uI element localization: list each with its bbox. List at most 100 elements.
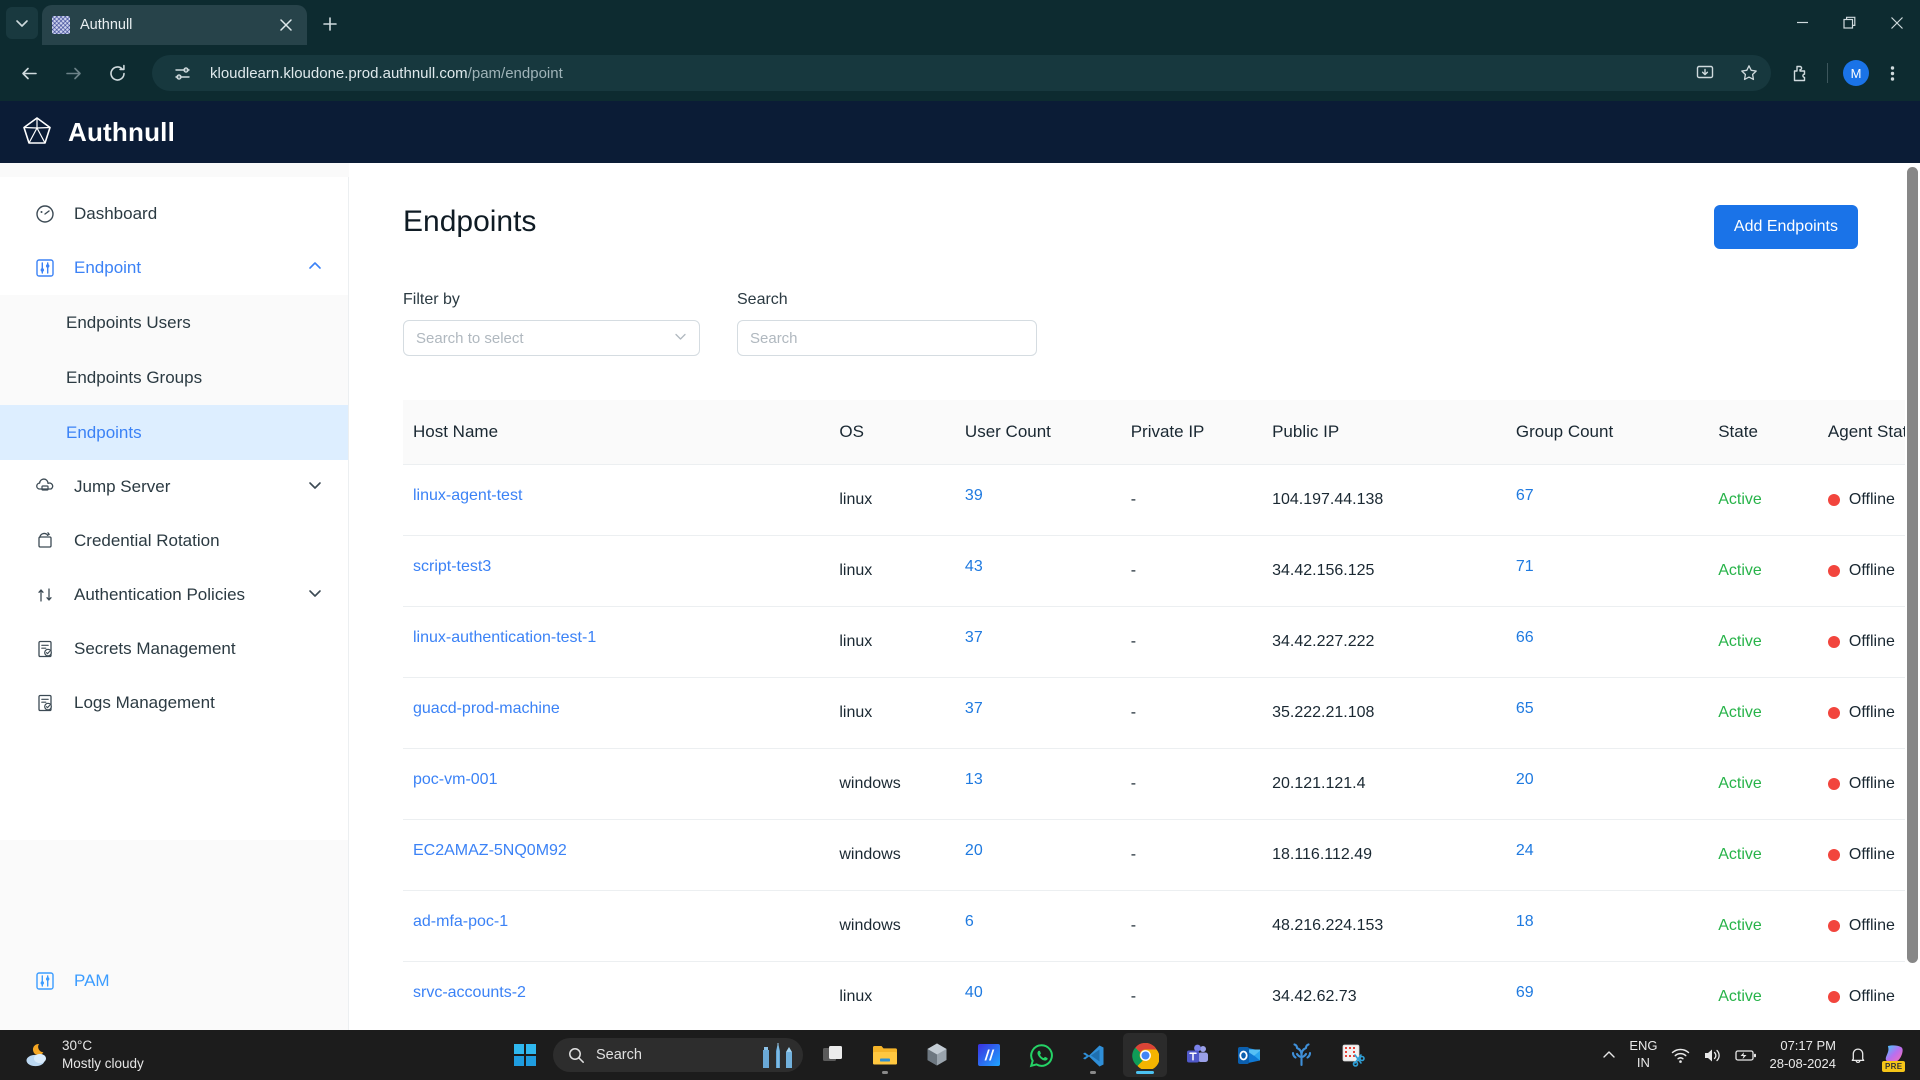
reload-icon[interactable] [100, 56, 134, 90]
group-count-link[interactable]: 20 [1516, 771, 1534, 788]
host-name-link[interactable]: EC2AMAZ-5NQ0M92 [413, 842, 567, 859]
group-count-link[interactable]: 67 [1516, 487, 1534, 504]
chevron-up-icon[interactable] [308, 258, 322, 278]
chevron-up-icon[interactable] [1602, 1048, 1616, 1062]
user-count-link[interactable]: 43 [965, 558, 983, 575]
sidebar-item-endpoint[interactable]: Endpoint [0, 241, 348, 295]
new-tab-button[interactable] [315, 9, 345, 39]
extensions-puzzle-icon[interactable] [1783, 57, 1815, 89]
forward-arrow-icon[interactable] [56, 56, 90, 90]
taskbar-search[interactable]: Search [553, 1038, 803, 1072]
sidebar-item-secrets-management[interactable]: Secrets Management [0, 622, 348, 676]
taskbar-app-microsoft-outlook[interactable] [1227, 1033, 1271, 1077]
copilot-icon[interactable]: PRE [1880, 1040, 1910, 1072]
bell-icon[interactable] [1849, 1046, 1867, 1064]
sidebar-item-authentication-policies[interactable]: Authentication Policies [0, 568, 348, 622]
user-count-link[interactable]: 37 [965, 700, 983, 717]
chevron-down-icon[interactable] [308, 477, 322, 497]
group-count-link[interactable]: 71 [1516, 558, 1534, 575]
taskbar-app-whatsapp[interactable] [1019, 1033, 1063, 1077]
column-header-state[interactable]: State [1718, 400, 1828, 465]
column-header-private-ip[interactable]: Private IP [1130, 400, 1273, 465]
toolbar-divider [1827, 63, 1828, 83]
taskbar-app-vs-code[interactable] [1071, 1033, 1115, 1077]
secrets-shield-doc-icon [34, 638, 56, 660]
group-count-link[interactable]: 24 [1516, 842, 1534, 859]
taskbar-app-file-explorer[interactable] [863, 1033, 907, 1077]
avatar[interactable]: M [1840, 57, 1872, 89]
back-arrow-icon[interactable] [12, 56, 46, 90]
taskbar-app-coral[interactable] [1279, 1033, 1323, 1077]
table-row: ad-mfa-poc-1 windows 6 - 48.216.224.153 18 Act… [403, 890, 1920, 962]
taskbar-app-blue-m[interactable] [967, 1033, 1011, 1077]
page-scrollbar[interactable] [1905, 163, 1920, 1030]
three-dot-menu-icon[interactable] [1876, 57, 1908, 89]
user-count-link[interactable]: 13 [965, 771, 983, 788]
sidebar-item-jump-server[interactable]: Jump Server [0, 460, 348, 514]
windows-start-icon[interactable] [505, 1035, 545, 1075]
sidebar-item-logs-management[interactable]: Logs Management [0, 676, 348, 730]
taskbar-app-google-chrome[interactable] [1123, 1033, 1167, 1077]
host-name-link[interactable]: srvc-accounts-2 [413, 984, 526, 1001]
group-count-link[interactable]: 69 [1516, 984, 1534, 1001]
group-count-link[interactable]: 65 [1516, 700, 1534, 717]
sidebar-item-pam[interactable]: PAM [0, 970, 349, 992]
host-name-link[interactable]: script-test3 [413, 558, 491, 575]
host-name-link[interactable]: ad-mfa-poc-1 [413, 913, 508, 930]
host-name-link[interactable]: linux-agent-test [413, 487, 522, 504]
user-count-link[interactable]: 37 [965, 629, 983, 646]
chevron-down-icon[interactable] [308, 585, 322, 605]
sidebar-item-label: Secrets Management [74, 639, 236, 658]
table-row: linux-agent-test linux 39 - 104.197.44.138 67… [403, 464, 1920, 536]
user-count-link[interactable]: 6 [965, 913, 974, 930]
clock[interactable]: 07:17 PM 28-08-2024 [1770, 1037, 1837, 1072]
host-name-link[interactable]: guacd-prod-machine [413, 700, 560, 717]
taskbar-app-microsoft-teams[interactable] [1175, 1033, 1219, 1077]
weather-widget[interactable]: 30°C Mostly cloudy [0, 1037, 144, 1073]
user-count-link[interactable]: 40 [965, 984, 983, 1001]
volume-icon[interactable] [1703, 1046, 1722, 1065]
taskbar-app-task-view[interactable] [811, 1033, 855, 1077]
sidebar-item-endpoints-groups[interactable]: Endpoints Groups [0, 350, 348, 405]
restore-window-icon[interactable] [1826, 0, 1873, 45]
column-header-host-name[interactable]: Host Name [403, 400, 840, 465]
column-header-public-ip[interactable]: Public IP [1272, 400, 1516, 465]
sliders-icon [34, 257, 56, 279]
taskbar-app-snipping-tool[interactable] [1331, 1033, 1375, 1077]
search-input[interactable]: Search [737, 320, 1037, 356]
sidebar-item-dashboard[interactable]: Dashboard [0, 187, 348, 241]
sidebar-item-endpoints-users[interactable]: Endpoints Users [0, 295, 348, 350]
minimize-icon[interactable] [1779, 0, 1826, 45]
close-window-icon[interactable] [1873, 0, 1920, 45]
tab-search-button[interactable] [6, 7, 38, 39]
add-endpoints-button[interactable]: Add Endpoints [1713, 205, 1858, 249]
host-name-link[interactable]: poc-vm-001 [413, 771, 497, 788]
taskbar-app-hex[interactable] [915, 1033, 959, 1077]
language-indicator[interactable]: ENG IN [1629, 1038, 1657, 1072]
wifi-icon[interactable] [1671, 1046, 1690, 1065]
group-count-link[interactable]: 66 [1516, 629, 1534, 646]
install-app-icon[interactable] [1689, 57, 1721, 89]
browser-tab[interactable]: Authnull [42, 5, 307, 45]
user-count-link[interactable]: 39 [965, 487, 983, 504]
authnull-favicon [52, 16, 70, 34]
sidebar-item-endpoints[interactable]: Endpoints [0, 405, 348, 460]
column-header-group-count[interactable]: Group Count [1515, 400, 1719, 465]
address-bar[interactable]: kloudlearn.kloudone.prod.authnull.com/pa… [152, 55, 1771, 91]
close-icon[interactable] [275, 14, 297, 36]
browser-window: Authnull kloudlearn.kloudone.prod.authnu… [0, 0, 1920, 1030]
group-count-link[interactable]: 18 [1516, 913, 1534, 930]
host-name-link[interactable]: linux-authentication-test-1 [413, 629, 596, 646]
agent-status-text: Offline [1848, 562, 1895, 579]
filter-by-select[interactable]: Search to select [403, 320, 700, 356]
page-scrollbar-thumb[interactable] [1907, 167, 1918, 963]
column-header-user-count[interactable]: User Count [964, 400, 1131, 465]
cell-private-ip: - [1130, 819, 1273, 891]
battery-charging-icon[interactable] [1734, 1047, 1757, 1063]
sidebar-item-credential-rotation[interactable]: Credential Rotation [0, 514, 348, 568]
sidebar-item-label: Authentication Policies [74, 585, 246, 604]
column-header-os[interactable]: OS [839, 400, 965, 465]
user-count-link[interactable]: 20 [965, 842, 983, 859]
star-icon[interactable] [1733, 57, 1765, 89]
site-settings-icon[interactable] [166, 57, 198, 89]
